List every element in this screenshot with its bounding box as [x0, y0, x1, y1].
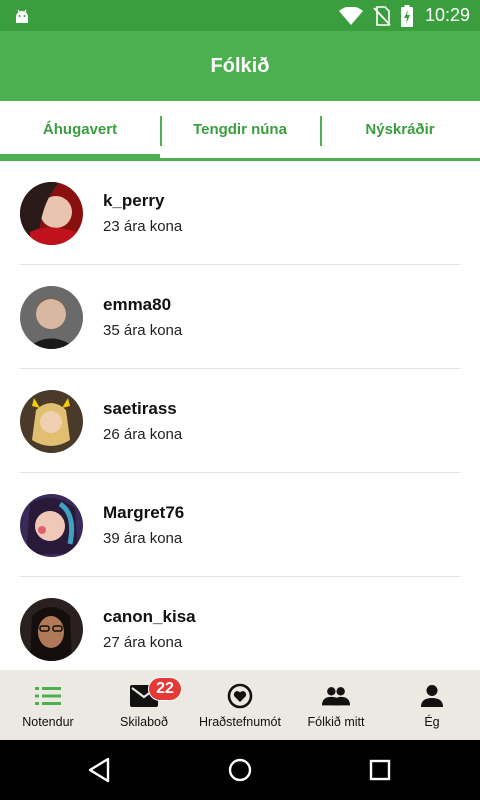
nav-folkid-mitt[interactable]: Fólkið mitt	[288, 670, 384, 740]
nav-label: Ég	[424, 715, 440, 729]
tab-nyskradir[interactable]: Nýskráðir	[320, 101, 480, 158]
avatar	[20, 493, 83, 557]
status-bar: 10:29	[0, 0, 480, 31]
username: emma80	[103, 294, 172, 314]
user-info: 35 ára kona	[103, 321, 183, 339]
username: canon_kisa	[103, 606, 196, 626]
nav-label: Fólkið mitt	[307, 715, 365, 729]
nav-hradstefnumot[interactable]: Hraðstefnumót	[192, 670, 288, 740]
android-icon	[16, 9, 28, 23]
avatar	[20, 181, 83, 245]
tab-bar: Áhugavert Tengdir núna Nýskráðir	[0, 101, 480, 161]
nav-notendur[interactable]: Notendur	[0, 670, 96, 740]
user-info: 39 ára kona	[103, 529, 183, 547]
status-time: 10:29	[424, 5, 470, 25]
tab-label: Áhugavert	[42, 121, 118, 138]
nav-eg[interactable]: Ég	[384, 670, 480, 740]
nav-label: Skilaboð	[120, 715, 168, 729]
tab-label: Nýskráðir	[365, 121, 435, 138]
system-nav-bar	[0, 740, 480, 800]
app-bar: Fólkið	[0, 31, 480, 101]
user-info: 26 ára kona	[103, 425, 183, 443]
list-item[interactable]: emma80 35 ára kona	[0, 265, 480, 369]
tab-ahugavert[interactable]: Áhugavert	[0, 101, 160, 161]
user-info: 23 ára kona	[103, 217, 183, 235]
list-item[interactable]: k_perry 23 ára kona	[0, 161, 480, 265]
nav-skilabod[interactable]: 22 Skilaboð	[96, 670, 192, 740]
avatar	[20, 285, 83, 349]
username: saetirass	[103, 398, 177, 418]
person-icon	[418, 684, 446, 708]
list-item[interactable]: canon_kisa 27 ára kona	[0, 577, 480, 670]
list-icon	[34, 684, 62, 708]
list-item[interactable]: saetirass 26 ára kona	[0, 369, 480, 473]
tab-tengdir-nuna[interactable]: Tengdir núna	[160, 101, 320, 158]
nav-label: Hraðstefnumót	[199, 715, 281, 729]
user-list[interactable]: k_perry 23 ára kona emma80 35 ára kona s…	[0, 161, 480, 670]
list-item[interactable]: Margret76 39 ára kona	[0, 473, 480, 577]
user-info: 27 ára kona	[103, 633, 183, 651]
wifi-icon	[338, 6, 363, 25]
battery-charging-icon	[400, 4, 413, 27]
recents-icon[interactable]	[365, 755, 395, 785]
username: Margret76	[103, 502, 185, 522]
people-icon	[322, 684, 350, 708]
heart-circle-icon	[226, 683, 254, 709]
avatar	[20, 389, 83, 453]
avatar	[20, 597, 83, 661]
tab-label: Tengdir núna	[193, 121, 287, 138]
username: k_perry	[103, 190, 165, 210]
unread-badge: 22	[148, 677, 182, 701]
back-icon[interactable]	[84, 755, 114, 785]
bottom-nav: Notendur 22 Skilaboð Hraðstefnumót Fólki…	[0, 670, 480, 740]
page-title: Fólkið	[210, 54, 270, 77]
home-icon[interactable]	[225, 755, 255, 785]
nav-label: Notendur	[22, 715, 74, 729]
no-sim-icon	[373, 5, 391, 26]
